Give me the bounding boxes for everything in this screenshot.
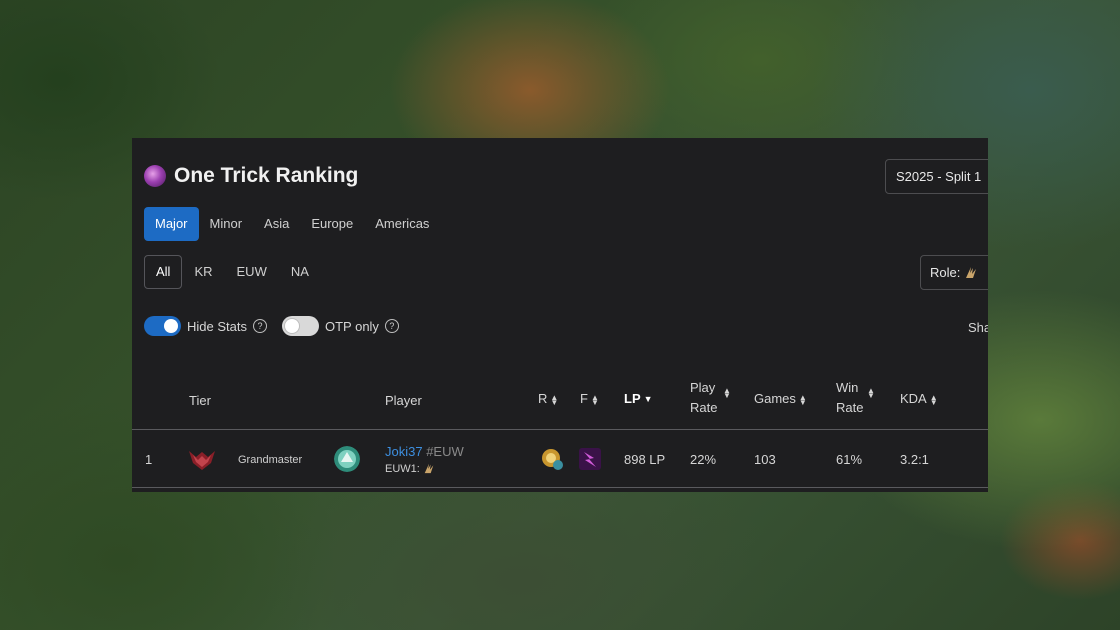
- title-row: One Trick Ranking: [144, 164, 358, 188]
- player-account: EUW1:: [385, 462, 464, 475]
- help-icon[interactable]: ?: [384, 319, 399, 333]
- champion-icon: [334, 446, 360, 472]
- rune-icon: [542, 449, 563, 470]
- server-tab-all[interactable]: All: [144, 255, 183, 289]
- header-games-label: Games: [754, 391, 796, 406]
- server-tab-euw[interactable]: EUW: [225, 255, 279, 289]
- player-account-label: EUW1:: [385, 463, 420, 475]
- header-play-rate-line2: Rate: [690, 400, 718, 415]
- kda-cell: 3.2:1: [900, 452, 929, 467]
- player-cell: Joki37 #EUW EUW1:: [385, 444, 464, 475]
- header-r[interactable]: R ▲ ▼: [538, 389, 559, 409]
- sort-desc-icon: ▼: [643, 394, 653, 405]
- app-logo-icon: [144, 165, 166, 187]
- otp-only-toggle[interactable]: [281, 316, 319, 336]
- player-tag: #EUW: [426, 444, 464, 459]
- toggle-knob: [164, 319, 178, 333]
- header-player: Player: [385, 393, 422, 408]
- grandmaster-emblem-icon: [189, 451, 215, 470]
- header-win-rate-line2: Rate: [836, 400, 864, 415]
- header-play-rate[interactable]: Play Rate ▲ ▼: [690, 378, 731, 418]
- sort-icon: ▲ ▼: [550, 392, 559, 407]
- rank-cell: 1: [145, 452, 153, 467]
- table-header: Tier Player R ▲ ▼ F ▲ ▼ LP ▼ Play Rate ▲ ▼ Gam…: [132, 374, 988, 430]
- win-rate-cell: 61%: [836, 452, 863, 467]
- hide-stats-label: Hide Stats: [187, 318, 247, 334]
- role-mid-icon: [424, 463, 434, 474]
- season-select[interactable]: S2025 - Split 1: [885, 159, 988, 194]
- flash-spell-icon: [579, 448, 601, 470]
- header-kda[interactable]: KDA ▲ ▼: [900, 389, 938, 409]
- role-filter-button[interactable]: Role:: [920, 255, 988, 290]
- play-rate-cell: 22%: [690, 452, 717, 467]
- header-f[interactable]: F ▲ ▼: [580, 389, 599, 409]
- sort-icon: ▲ ▼: [929, 392, 938, 407]
- hide-stats-toggle[interactable]: [144, 316, 181, 336]
- header-win-rate-line1: Win: [836, 380, 859, 395]
- tab-asia[interactable]: Asia: [253, 207, 300, 241]
- server-tab-kr[interactable]: KR: [182, 255, 224, 289]
- header-tier: Tier: [189, 393, 211, 408]
- header-lp-label: LP: [624, 391, 641, 406]
- header-kda-label: KDA: [900, 391, 927, 406]
- lp-cell: 898 LP: [624, 452, 666, 467]
- toggle-knob: [284, 319, 299, 333]
- games-cell: 103: [754, 452, 776, 467]
- region-tabs: Major Minor Asia Europe Americas: [144, 207, 440, 241]
- header-play-rate-line1: Play: [690, 380, 716, 395]
- help-icon[interactable]: ?: [252, 319, 267, 333]
- tab-americas[interactable]: Americas: [364, 207, 440, 241]
- table-row[interactable]: 1 Grandmaster Joki37 #EUW EUW1: 898 LP 2…: [132, 431, 988, 488]
- page-title: One Trick Ranking: [174, 164, 359, 187]
- sort-icon: ▲ ▼: [723, 386, 731, 400]
- server-tab-na[interactable]: NA: [279, 255, 321, 289]
- share-button[interactable]: Sha: [968, 320, 988, 335]
- toggle-row: Hide Stats ? OTP only ?: [144, 316, 414, 336]
- tab-major[interactable]: Major: [144, 207, 199, 241]
- role-label: Role:: [930, 265, 961, 280]
- ranking-panel: One Trick Ranking S2025 - Split 1 Major …: [132, 138, 988, 492]
- header-r-label: R: [538, 391, 548, 406]
- player-name-link[interactable]: Joki37: [385, 444, 423, 459]
- tab-europe[interactable]: Europe: [300, 207, 364, 241]
- header-games[interactable]: Games ▲ ▼: [754, 389, 807, 409]
- sort-icon: ▲ ▼: [590, 392, 599, 407]
- header-f-label: F: [580, 391, 588, 406]
- tier-cell: Grandmaster: [238, 454, 303, 466]
- tab-minor[interactable]: Minor: [199, 207, 254, 241]
- sort-icon: ▲ ▼: [798, 392, 807, 407]
- header-win-rate[interactable]: Win Rate ▲ ▼: [836, 378, 875, 418]
- role-mid-icon: [965, 267, 976, 278]
- otp-only-label: OTP only: [324, 318, 379, 334]
- server-tabs: All KR EUW NA: [144, 255, 321, 289]
- sort-icon: ▲ ▼: [867, 386, 875, 400]
- header-lp[interactable]: LP ▼: [624, 389, 653, 409]
